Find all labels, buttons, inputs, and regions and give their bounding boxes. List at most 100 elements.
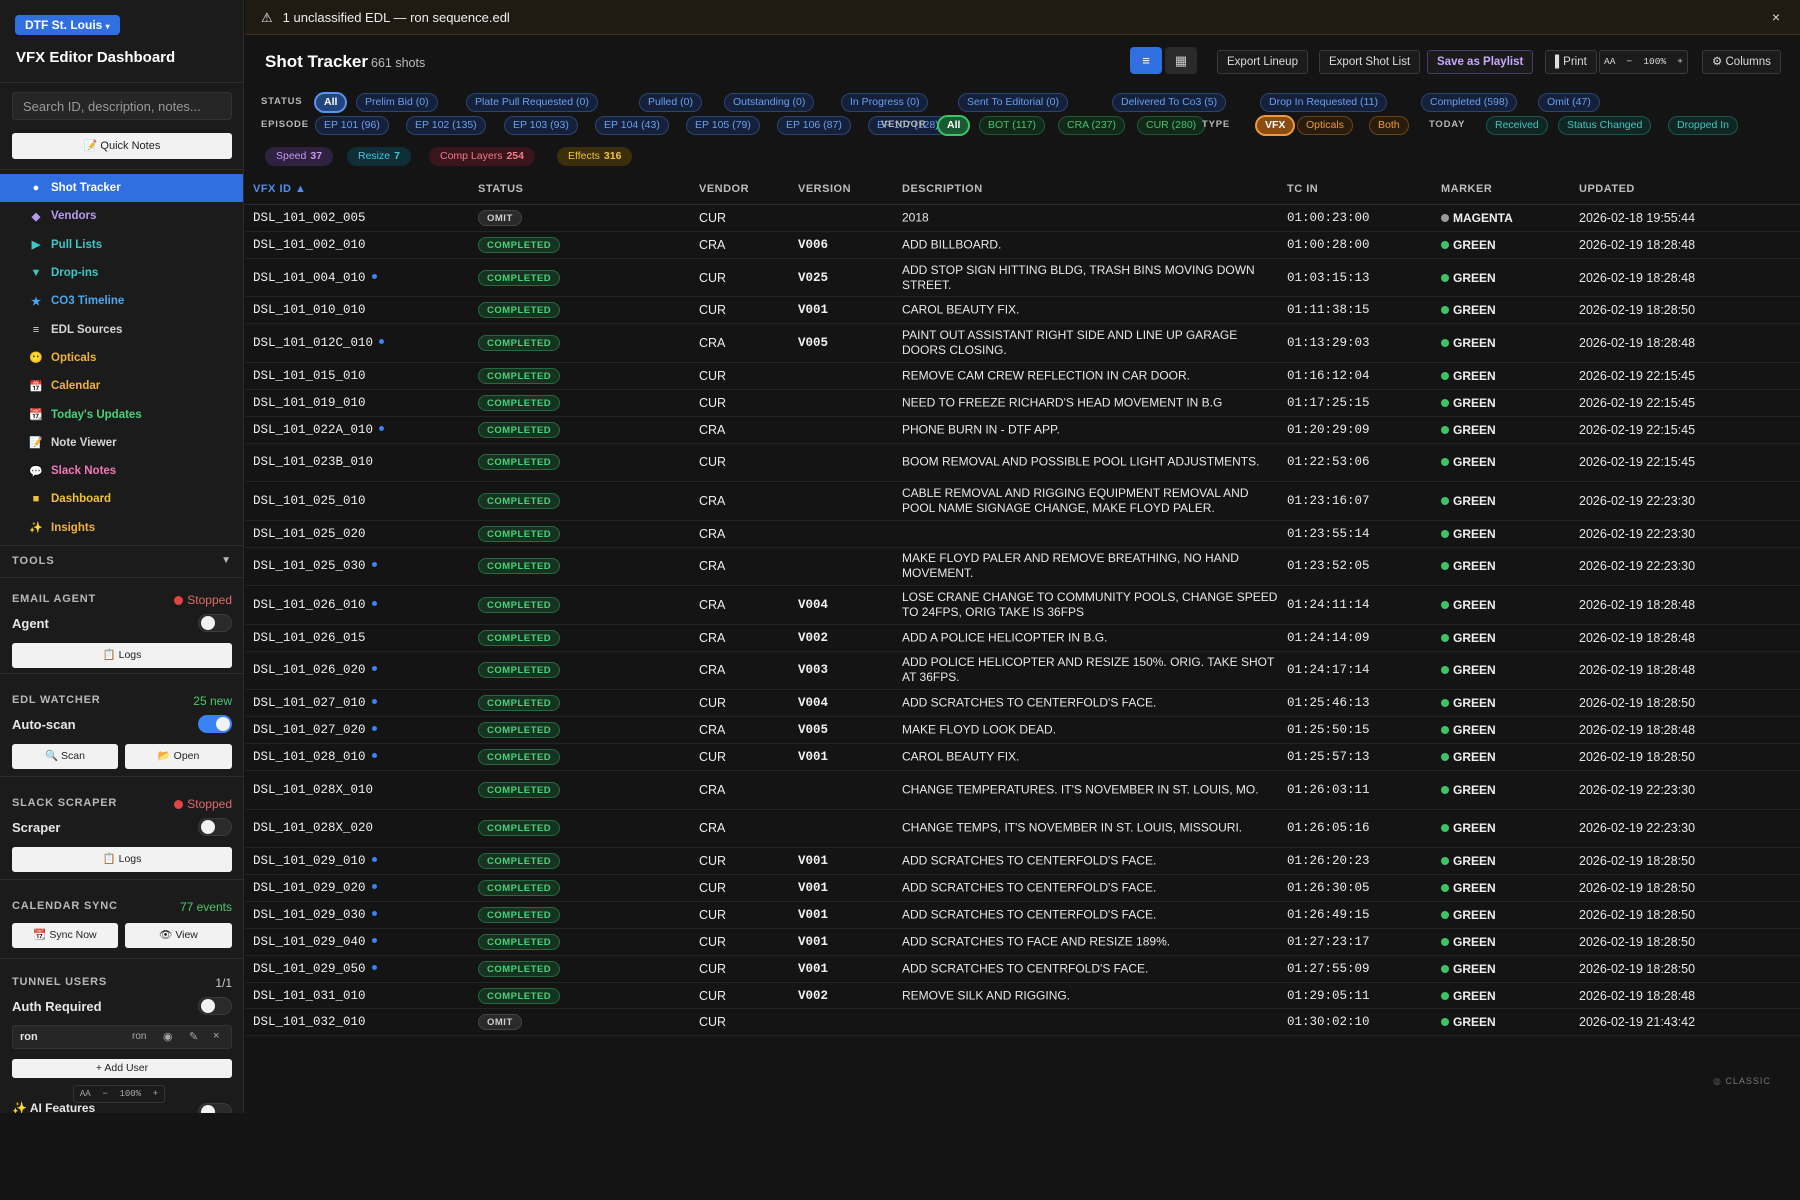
status-badge[interactable]: COMPLETED [478, 695, 561, 712]
column-header-status[interactable]: STATUS [478, 183, 523, 195]
sidebar-item-today-s-updates[interactable]: 📆 Today's Updates [0, 400, 243, 428]
delete-icon[interactable]: × [213, 1030, 219, 1042]
column-header-description[interactable]: DESCRIPTION [902, 183, 983, 195]
edit-icon[interactable]: ✎ [189, 1030, 198, 1043]
add-user-button[interactable]: + Add User [12, 1059, 232, 1078]
table-row[interactable]: DSL_101_010_010 COMPLETED CUR V001 CAROL BEA… [245, 297, 1800, 325]
column-header-version[interactable]: VERSION [798, 183, 851, 195]
filter-chip-status-changed[interactable]: Status Changed [1558, 116, 1652, 135]
tools-header[interactable]: TOOLS ▼ [12, 555, 232, 567]
filter-chip-delivered-to-co3-5[interactable]: Delivered To Co3 (5) [1112, 93, 1227, 112]
status-badge[interactable]: COMPLETED [478, 269, 561, 286]
table-row[interactable]: DSL_101_023B_010 COMPLETED CUR BOOM REMOVAL… [245, 444, 1800, 483]
table-row[interactable]: DSL_101_032_010 OMIT CUR 01:30:02:10 GREEN 20… [245, 1009, 1800, 1037]
status-badge[interactable]: COMPLETED [478, 492, 561, 509]
filter-chip-cur-280[interactable]: CUR (280) [1137, 116, 1206, 135]
table-row[interactable]: DSL_101_027_010 COMPLETED CUR V004 ADD SCRAT… [245, 690, 1800, 718]
table-row[interactable]: DSL_101_002_010 COMPLETED CRA V006 ADD BILLB… [245, 232, 1800, 259]
filter-chip-prelim-bid-0[interactable]: Prelim Bid (0) [356, 93, 438, 112]
table-row[interactable]: DSL_101_012C_010 COMPLETED CRA V005 PAINT OU… [245, 324, 1800, 363]
email-agent-logs-button[interactable]: 📋 Logs [12, 643, 232, 668]
filter-chip-bot-117[interactable]: BOT (117) [979, 116, 1046, 135]
filter-chip-both[interactable]: Both [1369, 116, 1409, 135]
visibility-icon[interactable]: ◉ [163, 1030, 173, 1043]
sidebar-item-opticals[interactable]: 😶 Opticals [0, 344, 243, 372]
table-row[interactable]: DSL_101_028_010 COMPLETED CUR V001 CAROL BEA… [245, 744, 1800, 771]
filter-chip-in-progress-0[interactable]: In Progress (0) [841, 93, 929, 112]
table-row[interactable]: DSL_101_026_020 COMPLETED CRA V003 ADD POLIC… [245, 652, 1800, 691]
status-badge[interactable]: COMPLETED [478, 629, 561, 646]
sidebar-item-vendors[interactable]: ◆ Vendors [0, 202, 243, 230]
column-header-tc-in[interactable]: TC IN [1287, 183, 1318, 195]
filter-chip-sent-to-editorial-0[interactable]: Sent To Editorial (0) [958, 93, 1069, 112]
status-badge[interactable]: COMPLETED [478, 879, 561, 896]
open-button[interactable]: 📂 Open [125, 744, 232, 769]
table-row[interactable]: DSL_101_028X_020 COMPLETED CRA CHANGE TEMPS… [245, 810, 1800, 849]
export-shot-list-button[interactable]: Export Shot List [1319, 50, 1421, 74]
filter-chip-dropped-in[interactable]: Dropped In [1668, 116, 1738, 135]
font-size-icon[interactable]: AA [80, 1089, 91, 1099]
sidebar-item-drop-ins[interactable]: ▼ Drop-ins [0, 259, 243, 287]
zoom-out-button[interactable]: − [102, 1089, 107, 1099]
status-badge[interactable]: COMPLETED [478, 853, 561, 870]
table-row[interactable]: DSL_101_026_010 COMPLETED CRA V004 LOSE CRAN… [245, 586, 1800, 625]
status-badge[interactable]: COMPLETED [478, 906, 561, 923]
table-row[interactable]: DSL_101_002_005 OMIT CUR 2018 01:00:23:00 MAG… [245, 205, 1800, 232]
export-lineup-button[interactable]: Export Lineup [1217, 50, 1308, 74]
sidebar-item-co3-timeline[interactable]: ★ CO3 Timeline [0, 287, 243, 315]
status-badge[interactable]: COMPLETED [478, 820, 561, 837]
grid-view-button[interactable]: ▦ [1165, 47, 1197, 74]
tag-chip-effects[interactable]: Effects 316 [557, 147, 633, 166]
list-view-button[interactable]: ≡ [1130, 47, 1162, 74]
status-badge[interactable]: OMIT [478, 209, 522, 226]
zoom-in-button[interactable]: + [153, 1089, 158, 1099]
filter-chip-received[interactable]: Received [1486, 116, 1548, 135]
status-badge[interactable]: COMPLETED [478, 781, 561, 798]
zoom-out-button[interactable]: − [1627, 51, 1633, 73]
search-input[interactable] [12, 92, 232, 120]
ai-features-toggle[interactable] [198, 1103, 232, 1113]
site-badge[interactable]: DTF St. Louis ▾ [15, 15, 120, 35]
table-row[interactable]: DSL_101_025_020 COMPLETED CRA 01:23:55:14 GR… [245, 521, 1800, 548]
sidebar-item-dashboard[interactable]: ■ Dashboard [0, 485, 243, 513]
auth-required-toggle[interactable] [198, 997, 232, 1015]
table-row[interactable]: DSL_101_029_020 COMPLETED CUR V001 ADD SCRAT… [245, 875, 1800, 902]
status-badge[interactable]: COMPLETED [478, 421, 561, 438]
close-icon[interactable]: × [1772, 0, 1780, 35]
sidebar-item-edl-sources[interactable]: ≡ EDL Sources [0, 315, 243, 343]
status-badge[interactable]: COMPLETED [478, 335, 561, 352]
scan-button[interactable]: 🔍 Scan [12, 744, 118, 769]
sidebar-item-shot-tracker[interactable]: ● Shot Tracker [0, 174, 243, 203]
table-row[interactable]: DSL_101_026_015 COMPLETED CRA V002 ADD A POL… [245, 625, 1800, 652]
tag-chip-comp-layers[interactable]: Comp Layers 254 [429, 147, 535, 166]
filter-chip-drop-in-requested-11[interactable]: Drop In Requested (11) [1260, 93, 1387, 112]
status-badge[interactable]: COMPLETED [478, 367, 561, 384]
status-badge[interactable]: COMPLETED [478, 302, 561, 319]
filter-chip-omit-47[interactable]: Omit (47) [1538, 93, 1600, 112]
filter-chip-ep-102-135[interactable]: EP 102 (135) [406, 116, 486, 135]
quick-notes-button[interactable]: 📝 Quick Notes [12, 133, 232, 159]
table-row[interactable]: DSL_101_025_010 COMPLETED CRA CABLE REMOVAL… [245, 482, 1800, 521]
view-button[interactable]: 👁 View [125, 923, 232, 948]
filter-chip-plate-pull-requested-0[interactable]: Plate Pull Requested (0) [466, 93, 598, 112]
sidebar-item-calendar[interactable]: 📅 Calendar [0, 372, 243, 400]
filter-chip-cra-237[interactable]: CRA (237) [1058, 116, 1126, 135]
column-header-marker[interactable]: MARKER [1441, 183, 1492, 195]
sync-now-button[interactable]: 📆 Sync Now [12, 923, 118, 948]
filter-chip-completed-598[interactable]: Completed (598) [1421, 93, 1518, 112]
filter-chip-ep-103-93[interactable]: EP 103 (93) [504, 116, 578, 135]
status-badge[interactable]: COMPLETED [478, 722, 561, 739]
agent-toggle[interactable] [198, 614, 232, 632]
status-badge[interactable]: COMPLETED [478, 987, 561, 1004]
zoom-in-button[interactable]: + [1677, 51, 1683, 73]
filter-chip-outstanding-0[interactable]: Outstanding (0) [724, 93, 815, 112]
filter-chip-ep-106-87[interactable]: EP 106 (87) [777, 116, 851, 135]
classic-badge[interactable]: ◍ CLASSIC [1713, 1076, 1771, 1087]
filter-chip-ep-104-43[interactable]: EP 104 (43) [595, 116, 669, 135]
slack-scraper-logs-button[interactable]: 📋 Logs [12, 847, 232, 872]
table-row[interactable]: DSL_101_025_030 COMPLETED CRA MAKE FLOYD PA… [245, 548, 1800, 587]
column-header-updated[interactable]: UPDATED [1579, 183, 1635, 195]
status-badge[interactable]: COMPLETED [478, 749, 561, 765]
auto-scan-toggle[interactable] [198, 715, 232, 733]
table-row[interactable]: DSL_101_027_020 COMPLETED CRA V005 MAKE FLOY… [245, 717, 1800, 745]
